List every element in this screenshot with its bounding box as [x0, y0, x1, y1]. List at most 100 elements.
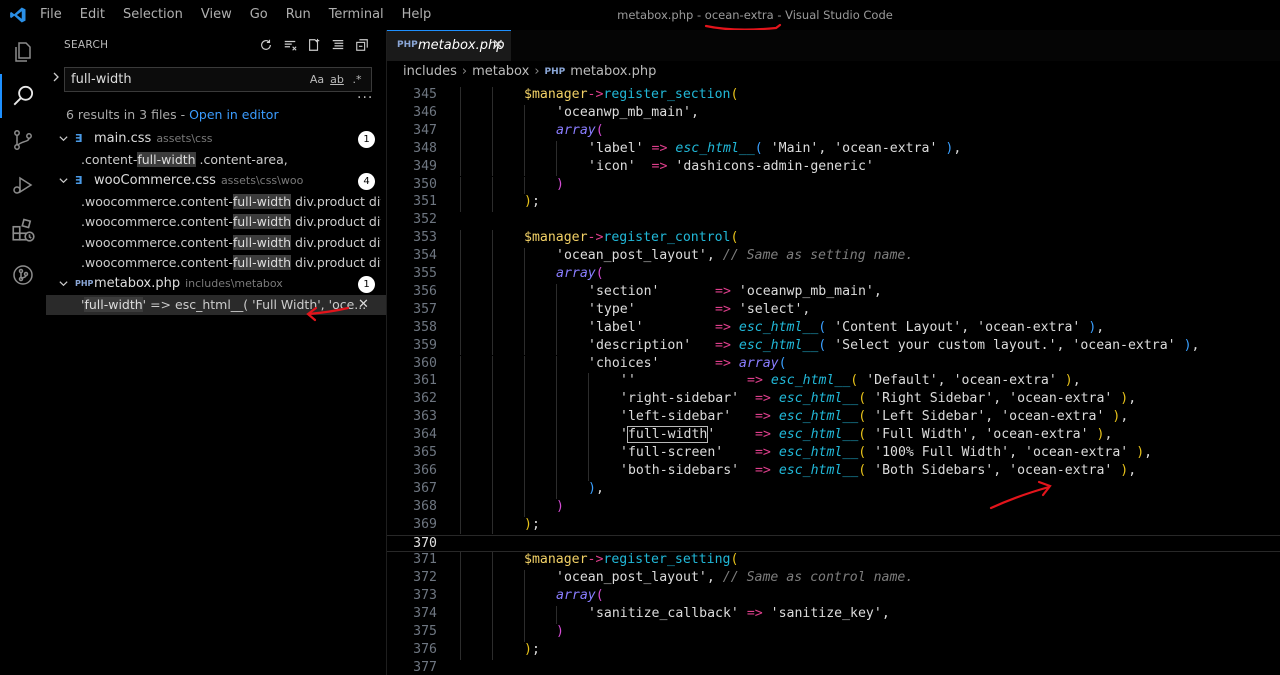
- code-token: =>: [715, 283, 731, 299]
- code-text: 'label' => esc_html__( 'Content Layout',…: [588, 320, 1104, 335]
- code-text: );: [524, 642, 540, 657]
- code-token: 'Both Sidebars': [874, 462, 994, 478]
- line-number: 372: [413, 570, 437, 586]
- indent-guide: [492, 391, 493, 410]
- new-search-editor-icon[interactable]: [302, 36, 326, 54]
- code-token: 'dashicons-admin-generic': [675, 158, 874, 174]
- match-prefix: .woocommerce.content-: [81, 234, 233, 250]
- code-token: ): [588, 480, 596, 496]
- code-token: ,: [1120, 409, 1129, 425]
- breadcrumb-item-file[interactable]: metabox.php: [570, 64, 656, 79]
- code-token: 'both-sidebars': [620, 462, 740, 478]
- code-text: ): [556, 177, 564, 192]
- code-token: 'ocean-extra': [834, 140, 938, 156]
- breadcrumb-item-metabox[interactable]: metabox: [472, 64, 529, 79]
- code-arrow-annotation: [987, 478, 1057, 516]
- code-token: esc_html__: [778, 445, 859, 460]
- code-token: 'Main': [770, 140, 819, 156]
- open-in-editor-link[interactable]: Open in editor: [189, 107, 279, 122]
- dismiss-result-icon[interactable]: ✕: [358, 297, 369, 312]
- code-token: ): [556, 176, 564, 192]
- code-text: 'label' => esc_html__( 'Main', 'ocean-ex…: [588, 141, 961, 156]
- indent-guide: [588, 373, 589, 392]
- code-token: 'label': [588, 319, 644, 335]
- use-regex-option[interactable]: .*: [347, 71, 367, 89]
- match-suffix: div.product div.ima...: [295, 193, 381, 209]
- result-match-row[interactable]: .woocommerce.content-full-width div.prod…: [46, 253, 386, 273]
- indent-guide: [460, 624, 461, 642]
- code-token: esc_html__: [778, 409, 859, 425]
- code-token: 'ocean_post_layout': [556, 570, 707, 586]
- collapse-all-icon[interactable]: [350, 36, 374, 54]
- code-token: =>: [715, 319, 731, 335]
- tab-metabox-php[interactable]: PHP metabox.php ✕: [387, 30, 511, 61]
- result-file-row[interactable]: ∃ main.css assets\css 1: [46, 129, 386, 150]
- indent-guide: [588, 409, 589, 428]
- indent-guide: [524, 355, 525, 374]
- code-editor[interactable]: 345 $manager->register_section(346'oceanw…: [387, 86, 1280, 675]
- code-token: 'ocean-extra': [1072, 337, 1176, 353]
- window-title: metabox.php - ocean-extra - Visual Studi…: [617, 8, 893, 22]
- result-match-row[interactable]: .woocommerce.content-full-width div.prod…: [46, 192, 386, 212]
- result-match-row[interactable]: .content-full-width .content-area,: [46, 150, 386, 170]
- match-highlight: full-width: [232, 193, 292, 209]
- code-line: 346 'oceanwp_mb_main',: [387, 104, 1280, 123]
- code-token: ): [1183, 337, 1192, 353]
- match-whole-word-option[interactable]: ab: [327, 71, 347, 89]
- result-match-row[interactable]: .woocommerce.content-full-width div.prod…: [46, 212, 386, 232]
- code-text: 'oceanwp_mb_main',: [556, 105, 699, 120]
- chevron-down-icon[interactable]: [58, 175, 69, 190]
- git-history-icon[interactable]: [0, 253, 46, 297]
- explorer-icon[interactable]: [0, 30, 46, 74]
- code-token: esc_html__: [778, 462, 859, 478]
- result-file-row[interactable]: ∃ wooCommerce.css assets\css\woo 4: [46, 171, 386, 192]
- code-token: ;: [531, 641, 540, 657]
- code-token: register_setting: [603, 552, 731, 568]
- toggle-search-details-icon[interactable]: ···: [357, 90, 373, 106]
- code-text: 'choices' => array(: [588, 356, 787, 371]
- indent-guide: [492, 104, 493, 123]
- code-token: 'full-screen': [620, 445, 724, 460]
- code-token: 'left-sidebar': [620, 409, 732, 425]
- indent-guide: [460, 122, 461, 141]
- toggle-replace-chevron-icon[interactable]: [51, 71, 61, 87]
- breadcrumb-item-includes[interactable]: includes: [403, 64, 457, 79]
- code-line: 345 $manager->register_section(: [387, 87, 1280, 105]
- line-number: 355: [413, 266, 437, 281]
- close-tab-icon[interactable]: ✕: [492, 37, 504, 53]
- code-token: (: [595, 122, 604, 138]
- chevron-down-icon[interactable]: [58, 133, 69, 148]
- code-text: 'right-sidebar' => esc_html__( 'Right Si…: [620, 391, 1136, 406]
- code-token: ,: [881, 606, 890, 622]
- result-match-row[interactable]: .woocommerce.content-full-width div.prod…: [46, 233, 386, 253]
- search-icon[interactable]: [0, 74, 46, 118]
- search-input[interactable]: [71, 72, 301, 87]
- chevron-down-icon[interactable]: [58, 278, 69, 293]
- result-file-row[interactable]: PHP metabox.php includes\metabox 1: [46, 274, 386, 295]
- indent-guide: [460, 301, 461, 320]
- code-token: ): [524, 641, 532, 657]
- clear-results-icon[interactable]: [278, 36, 302, 54]
- code-token: ,: [802, 301, 811, 317]
- css-file-icon: ∃: [75, 132, 83, 145]
- run-debug-icon[interactable]: [0, 163, 46, 207]
- source-control-icon[interactable]: [0, 118, 46, 162]
- match-case-option[interactable]: Aa: [307, 71, 327, 89]
- code-token: ->: [587, 230, 604, 246]
- code-token: 'icon': [588, 158, 636, 174]
- code-line: 359 'description' => esc_html__( 'Select …: [387, 337, 1280, 356]
- line-number: 375: [413, 624, 437, 639]
- code-text: 'icon' => 'dashicons-admin-generic': [588, 159, 874, 174]
- refresh-icon[interactable]: [254, 36, 278, 54]
- sidebar-title: SEARCH: [64, 39, 109, 51]
- view-as-tree-icon[interactable]: [326, 36, 350, 54]
- extensions-icon[interactable]: [0, 208, 46, 252]
- code-token: (: [730, 230, 739, 246]
